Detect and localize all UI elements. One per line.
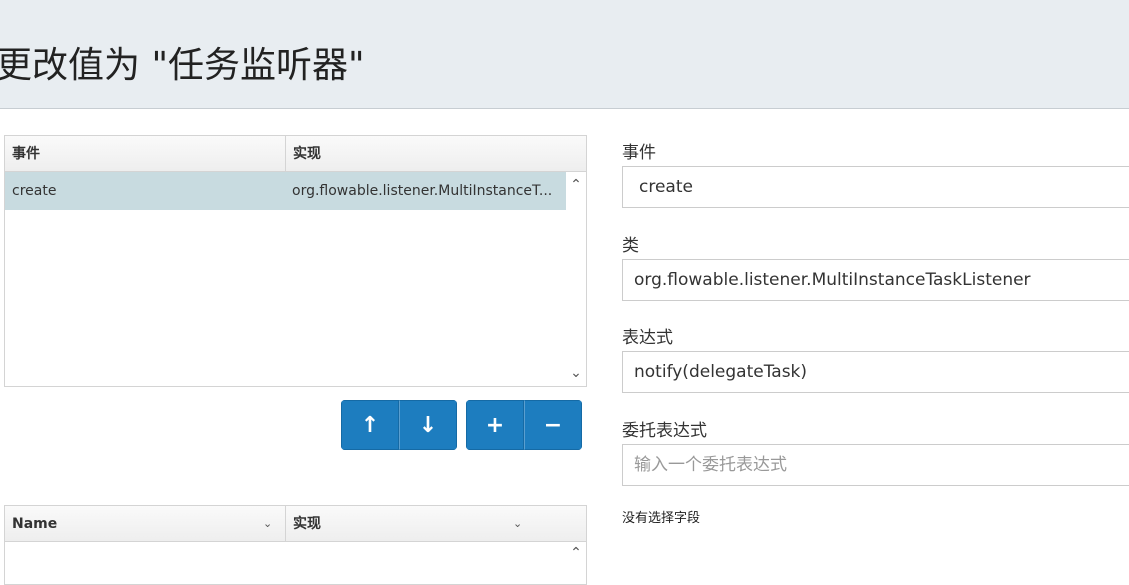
move-button-group: ↑ ↓: [341, 400, 457, 450]
listener-grid-header: 事件 实现: [5, 136, 586, 172]
move-down-button[interactable]: ↓: [399, 400, 457, 450]
plus-icon: +: [485, 412, 505, 438]
class-input[interactable]: [622, 259, 1129, 301]
fields-grid-header: Name ⌄ 实现 ⌄: [5, 506, 586, 542]
scroll-up-icon[interactable]: ⌃: [566, 176, 586, 194]
column-header-field-implementation[interactable]: 实现: [285, 506, 586, 541]
row-implementation-cell: org.flowable.listener.MultiInstanceT...: [292, 183, 553, 199]
dialog-header: 更改值为 "任务监听器": [0, 0, 1129, 109]
column-header-event[interactable]: 事件: [5, 136, 285, 171]
column-header-implementation[interactable]: 实现: [285, 136, 586, 171]
expression-label: 表达式: [622, 328, 673, 348]
no-field-selected-note: 没有选择字段: [622, 511, 701, 526]
delegate-expression-input[interactable]: [622, 444, 1129, 486]
row-event-cell: create: [12, 183, 57, 199]
chevron-down-icon[interactable]: ⌄: [513, 506, 522, 541]
remove-listener-button[interactable]: −: [524, 400, 582, 450]
arrow-up-icon: ↑: [360, 412, 380, 438]
move-up-button[interactable]: ↑: [341, 400, 399, 450]
dialog-title: 更改值为 "任务监听器": [0, 45, 365, 86]
add-remove-button-group: + −: [466, 400, 582, 450]
scroll-down-icon[interactable]: ⌄: [566, 364, 586, 382]
event-input[interactable]: [622, 166, 1129, 208]
expression-input[interactable]: [622, 351, 1129, 393]
event-label: 事件: [622, 143, 656, 163]
table-row[interactable]: create org.flowable.listener.MultiInstan…: [5, 172, 566, 210]
listener-grid: 事件 实现 create org.flowable.listener.Multi…: [4, 135, 587, 387]
fields-grid: Name ⌄ 实现 ⌄ ⌃: [4, 505, 587, 585]
add-listener-button[interactable]: +: [466, 400, 524, 450]
scroll-up-icon[interactable]: ⌃: [566, 544, 586, 562]
minus-icon: −: [543, 412, 563, 438]
class-label: 类: [622, 236, 639, 256]
column-header-name[interactable]: Name: [5, 506, 285, 541]
chevron-down-icon[interactable]: ⌄: [263, 506, 272, 541]
delegate-expression-label: 委托表达式: [622, 421, 707, 441]
arrow-down-icon: ↓: [418, 412, 438, 438]
